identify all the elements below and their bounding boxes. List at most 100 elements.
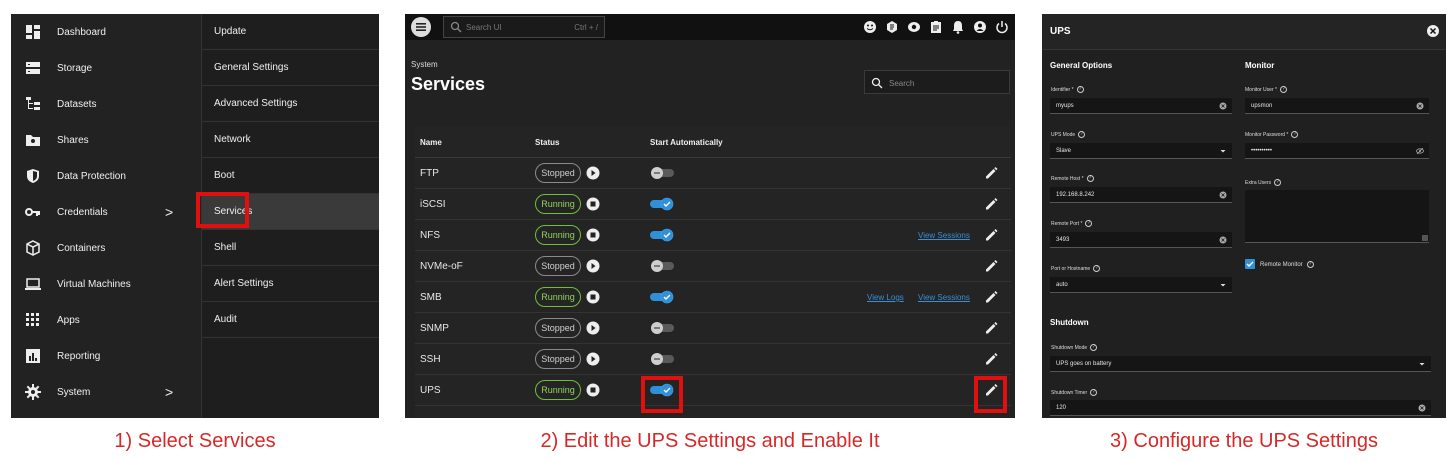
identifier-field[interactable]: myups <box>1050 98 1232 114</box>
auto-start-toggle[interactable] <box>649 321 675 335</box>
shutdown-mode-select[interactable]: UPS goes on battery <box>1050 356 1431 372</box>
play-icon[interactable] <box>586 321 600 335</box>
help-icon[interactable]: ? <box>1093 265 1101 272</box>
clear-icon[interactable] <box>1418 404 1426 412</box>
submenu-item-advanced-settings[interactable]: Advanced Settings <box>202 86 379 122</box>
clear-icon[interactable] <box>1219 102 1227 110</box>
service-name: SSH <box>420 354 441 365</box>
edit-pencil-icon[interactable] <box>983 258 999 274</box>
sidebar-item-dashboard[interactable]: Dashboard <box>11 14 201 50</box>
help-icon[interactable]: ? <box>1274 179 1282 186</box>
edit-pencil-icon[interactable] <box>983 165 999 181</box>
stop-icon[interactable] <box>586 197 600 211</box>
sidebar-item-data-protection[interactable]: Data Protection <box>11 158 201 194</box>
feedback-smiley-icon[interactable] <box>861 17 879 37</box>
submenu-item-network[interactable]: Network <box>202 122 379 158</box>
help-icon[interactable]: ? <box>1279 86 1287 93</box>
search-icon <box>871 77 883 89</box>
sidebar-item-reporting[interactable]: Reporting <box>11 338 201 374</box>
caption-step-2: 2) Edit the UPS Settings and Enable It <box>540 430 880 452</box>
column-header-name[interactable]: Name <box>420 138 442 147</box>
auto-start-toggle[interactable] <box>649 166 675 180</box>
remote-port-field[interactable]: 3493 <box>1050 232 1232 248</box>
ups-settings-panel: UPS General Options Monitor Identifier *… <box>1042 14 1446 418</box>
shutdown-timer-label: Shutdown Timer? <box>1051 389 1098 396</box>
close-icon[interactable] <box>1426 24 1440 38</box>
sidebar-item-system[interactable]: System > <box>11 374 201 410</box>
search-input[interactable]: Search <box>864 70 1010 94</box>
remote-host-field[interactable]: 192.168.8.242 <box>1050 187 1232 203</box>
remote-monitor-checkbox[interactable] <box>1245 259 1255 269</box>
bell-icon[interactable] <box>949 17 967 37</box>
sidebar-item-storage[interactable]: Storage <box>11 50 201 86</box>
clipboard-tasks-icon[interactable] <box>927 17 945 37</box>
edit-pencil-icon[interactable] <box>983 320 999 336</box>
submenu-item-boot[interactable]: Boot <box>202 158 379 194</box>
sidebar-item-containers[interactable]: Containers <box>11 230 201 266</box>
edit-pencil-icon[interactable] <box>983 196 999 212</box>
account-icon[interactable] <box>971 17 989 37</box>
submenu-item-label: Alert Settings <box>214 278 274 289</box>
sidebar-item-shares[interactable]: Shares <box>11 122 201 158</box>
view-logs-link[interactable]: View Logs <box>867 293 904 302</box>
submenu-item-update[interactable]: Update <box>202 14 379 50</box>
service-name: SNMP <box>420 323 449 334</box>
stop-icon[interactable] <box>586 383 600 397</box>
submenu-item-shell[interactable]: Shell <box>202 230 379 266</box>
truecommand-icon[interactable] <box>883 17 901 37</box>
search-ui-input[interactable]: Search UI Ctrl + / <box>443 16 605 38</box>
play-icon[interactable] <box>586 259 600 273</box>
help-icon[interactable]: ? <box>1306 261 1314 268</box>
help-icon[interactable]: ? <box>1078 131 1086 138</box>
submenu-item-audit[interactable]: Audit <box>202 302 379 338</box>
clear-icon[interactable] <box>1219 236 1227 244</box>
play-icon[interactable] <box>586 166 600 180</box>
hamburger-menu-icon[interactable] <box>411 17 431 37</box>
view-sessions-link[interactable]: View Sessions <box>918 293 970 302</box>
edit-pencil-icon[interactable] <box>983 289 999 305</box>
breadcrumb[interactable]: System <box>411 60 438 69</box>
sidebar-item-apps[interactable]: Apps <box>11 302 201 338</box>
monitor-user-field[interactable]: upsmon <box>1245 98 1429 114</box>
view-sessions-link[interactable]: View Sessions <box>918 231 970 240</box>
resize-handle[interactable] <box>1422 235 1428 241</box>
submenu-item-label: Update <box>214 26 247 37</box>
help-icon[interactable]: ? <box>1090 389 1098 396</box>
auto-start-toggle[interactable] <box>649 228 675 242</box>
submenu-item-alert-settings[interactable]: Alert Settings <box>202 266 379 302</box>
sidebar-item-virtual-machines[interactable]: Virtual Machines <box>11 266 201 302</box>
edit-pencil-icon[interactable] <box>983 227 999 243</box>
clear-icon[interactable] <box>1219 191 1227 199</box>
search-ui-shortcut: Ctrl + / <box>574 23 598 32</box>
extra-users-textarea[interactable] <box>1245 190 1429 243</box>
highlight-services <box>196 192 249 228</box>
ups-mode-select[interactable]: Slave <box>1050 143 1232 159</box>
help-icon[interactable]: ? <box>1076 86 1084 93</box>
port-or-hostname-select[interactable]: auto <box>1050 277 1232 293</box>
clear-icon[interactable] <box>1416 102 1424 110</box>
stop-icon[interactable] <box>586 290 600 304</box>
play-icon[interactable] <box>586 352 600 366</box>
monitor-password-field[interactable]: •••••••••• <box>1245 143 1429 159</box>
column-header-start-automatically[interactable]: Start Automatically <box>650 138 723 147</box>
sidebar-item-datasets[interactable]: Datasets <box>11 86 201 122</box>
eye-off-icon[interactable] <box>1416 147 1424 155</box>
column-header-status[interactable]: Status <box>535 138 559 147</box>
sidebar-item-credentials[interactable]: Credentials > <box>11 194 201 230</box>
edit-pencil-icon[interactable] <box>983 351 999 367</box>
chevron-right-icon: > <box>165 384 174 400</box>
auto-start-toggle[interactable] <box>649 259 675 273</box>
power-icon[interactable] <box>993 17 1011 37</box>
auto-start-toggle[interactable] <box>649 290 675 304</box>
shutdown-timer-field[interactable]: 120 <box>1050 400 1431 416</box>
submenu-item-general-settings[interactable]: General Settings <box>202 50 379 86</box>
help-icon[interactable]: ? <box>1086 175 1094 182</box>
auto-start-toggle[interactable] <box>649 197 675 211</box>
status-badge: Stopped <box>535 256 581 276</box>
directory-services-icon[interactable] <box>905 17 923 37</box>
help-icon[interactable]: ? <box>1090 344 1098 351</box>
help-icon[interactable]: ? <box>1085 220 1093 227</box>
help-icon[interactable]: ? <box>1291 131 1299 138</box>
stop-icon[interactable] <box>586 228 600 242</box>
auto-start-toggle[interactable] <box>649 352 675 366</box>
